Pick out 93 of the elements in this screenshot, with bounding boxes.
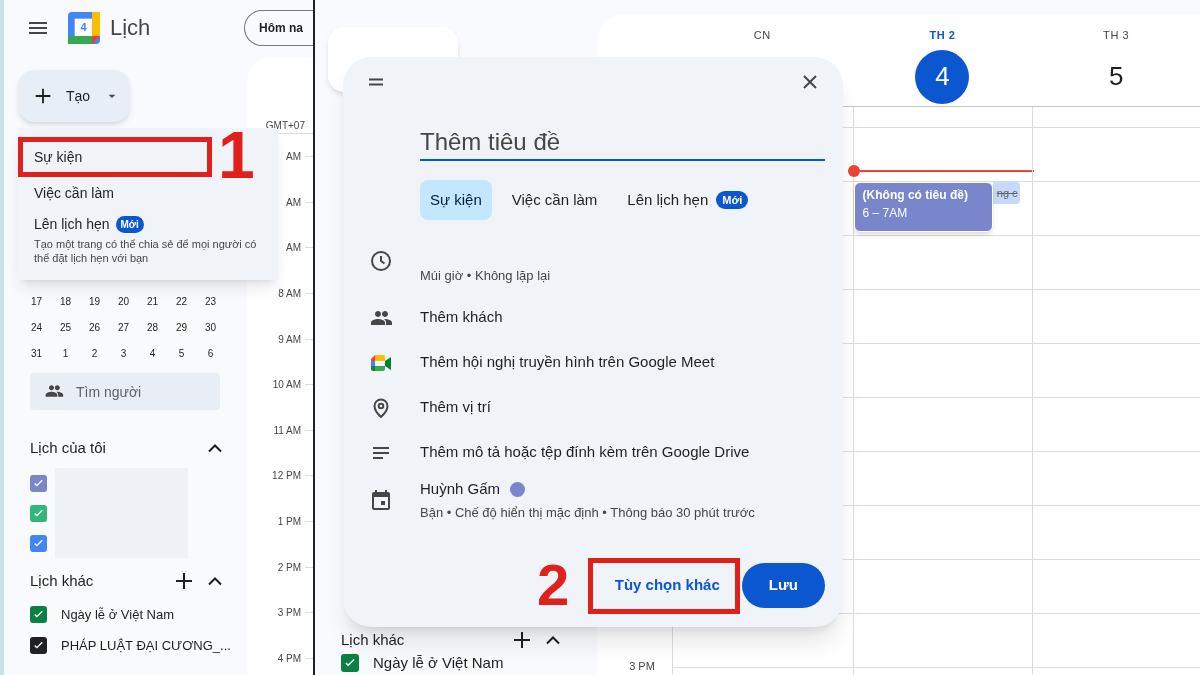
- calendar-day[interactable]: 5: [167, 340, 196, 366]
- more-options-button[interactable]: Tùy chọn khác: [604, 566, 730, 605]
- new-badge: Mới: [115, 215, 144, 233]
- chevron-up-icon: [208, 443, 222, 453]
- calendar-day[interactable]: 29: [167, 314, 196, 340]
- menu-item[interactable]: Sự kiện: [26, 143, 91, 171]
- time-label: AM: [286, 195, 301, 210]
- menu-item-description: Tạo một trang có thể chia sẻ để mọi người có thể đặt lịch hẹn với bạn: [34, 236, 258, 265]
- timezone-label: GMT+07: [265, 120, 305, 131]
- logo-day-text: 4: [79, 19, 88, 35]
- save-button[interactable]: Lưu: [741, 563, 825, 608]
- calendar-icon: [369, 488, 393, 512]
- calendar-day[interactable]: 4: [138, 340, 167, 366]
- step-number: 1: [218, 122, 255, 188]
- tab[interactable]: Sự kiện: [420, 180, 492, 220]
- row-text[interactable]: Múi giờ • Không lặp lại: [420, 265, 551, 285]
- plus-icon: [176, 573, 192, 589]
- calendar-name: Ngày lễ ở Việt Nam: [61, 605, 175, 624]
- menu-item-label: Sự kiện: [34, 147, 83, 167]
- time-label: 11 AM: [273, 423, 301, 438]
- calendar-day[interactable]: 24: [22, 314, 51, 340]
- calendar-owner: Huỳnh Gấm: [420, 479, 501, 499]
- calendar-day[interactable]: 28: [138, 314, 167, 340]
- time-label: AM: [286, 150, 301, 165]
- calendar-day[interactable]: 27: [109, 314, 138, 340]
- row-text[interactable]: Thêm mô tả hoặc tệp đính kèm trên Google Drive: [420, 441, 750, 464]
- event-time: 6 – 7AM: [862, 205, 909, 222]
- menu-item[interactable]: Việc cần làm: [26, 178, 122, 208]
- tab[interactable]: Việc cần làm: [501, 180, 608, 220]
- weekday-label: TH 2: [929, 28, 956, 43]
- title-input[interactable]: Thêm tiêu đề: [420, 125, 825, 161]
- calendar-day[interactable]: 18: [51, 288, 80, 314]
- clock-icon: [369, 249, 393, 273]
- add-button[interactable]: [176, 573, 192, 589]
- time-label: 9 AM: [278, 332, 301, 347]
- event-title: (Không có tiêu đề): [862, 187, 969, 204]
- checkbox[interactable]: [30, 534, 47, 552]
- menu-item-label: Lên lịch hẹn: [34, 214, 110, 234]
- time-label: 1 PM: [277, 515, 301, 530]
- people-search-field[interactable]: Tìm người: [30, 373, 220, 410]
- time-label: 3 PM: [277, 606, 301, 621]
- menu-item-label: Việc cần làm: [34, 183, 114, 203]
- create-button[interactable]: Tạo: [18, 70, 130, 122]
- row-text[interactable]: Thêm hội nghị truyền hình trên Google Meet: [420, 351, 715, 374]
- time-label: 3 PM: [629, 658, 655, 674]
- date-number[interactable]: 5: [1089, 49, 1144, 104]
- calendar-day[interactable]: 23: [196, 288, 225, 314]
- time-label: 10 AM: [272, 378, 301, 393]
- chevron-up-icon: [208, 576, 222, 586]
- calendar-day[interactable]: 20: [109, 288, 138, 314]
- calendar-logo-icon: [68, 11, 100, 44]
- add-button[interactable]: [514, 632, 530, 648]
- date-number[interactable]: 4: [915, 49, 970, 104]
- section-title: Lịch của tôi: [30, 437, 106, 458]
- section-title: Lịch khác: [30, 570, 94, 591]
- time-label: 4 PM: [277, 651, 301, 666]
- time-label: 8 AM: [278, 287, 301, 302]
- time-label: AM: [286, 241, 301, 256]
- menu-item[interactable]: Lên lịch hẹn Mới Tạo một trang có thể chia sẻ để mọi người có thể đặt lịch hẹn với bạn: [26, 208, 278, 270]
- checkbox[interactable]: [30, 637, 47, 654]
- weekday-label: TH 3: [1103, 28, 1130, 43]
- plus-icon: [514, 632, 530, 648]
- calendar-day[interactable]: 17: [22, 288, 51, 314]
- calendar-day[interactable]: 21: [138, 288, 167, 314]
- section-title: Lịch khác: [341, 629, 405, 650]
- calendar-day[interactable]: 26: [80, 314, 109, 340]
- row-text[interactable]: Thêm khách: [420, 306, 503, 329]
- chevron-up-icon: [546, 635, 560, 645]
- time-label: 2 PM: [277, 560, 301, 575]
- calendar-day[interactable]: 22: [167, 288, 196, 314]
- calendar-name: Ngày lễ ở Việt Nam: [373, 652, 504, 673]
- calendar-day[interactable]: 1: [51, 340, 80, 366]
- step-number: 2: [537, 556, 570, 614]
- tab[interactable]: Lên lịch hẹn Mới: [617, 180, 759, 220]
- checkbox[interactable]: [341, 654, 359, 672]
- row-text[interactable]: Thêm vị trí: [420, 396, 491, 419]
- calendar-day[interactable]: 31: [22, 340, 51, 366]
- calendar-day[interactable]: 30: [196, 314, 225, 340]
- weekday-label: CN: [753, 28, 771, 43]
- calendar-details: Bận • Chế độ hiển thị mặc định • Thông báo 30 phút trước: [420, 503, 755, 522]
- checkbox[interactable]: [30, 504, 47, 522]
- app-title: Lịch: [110, 14, 151, 42]
- calendar-day[interactable]: 25: [51, 314, 80, 340]
- calendar-day[interactable]: 2: [80, 340, 109, 366]
- calendar-name: PHÁP LUẬT ĐẠI CƯƠNG_...: [61, 636, 231, 655]
- new-badge: Mới: [716, 190, 749, 210]
- time-label: 12 PM: [272, 469, 301, 484]
- calendar-day[interactable]: 6: [196, 340, 225, 366]
- checkbox[interactable]: [30, 474, 47, 492]
- checkbox[interactable]: [30, 606, 47, 623]
- calendar-day[interactable]: 19: [80, 288, 109, 314]
- drag-handle-icon: [368, 78, 384, 86]
- calendar-day[interactable]: 3: [109, 340, 138, 366]
